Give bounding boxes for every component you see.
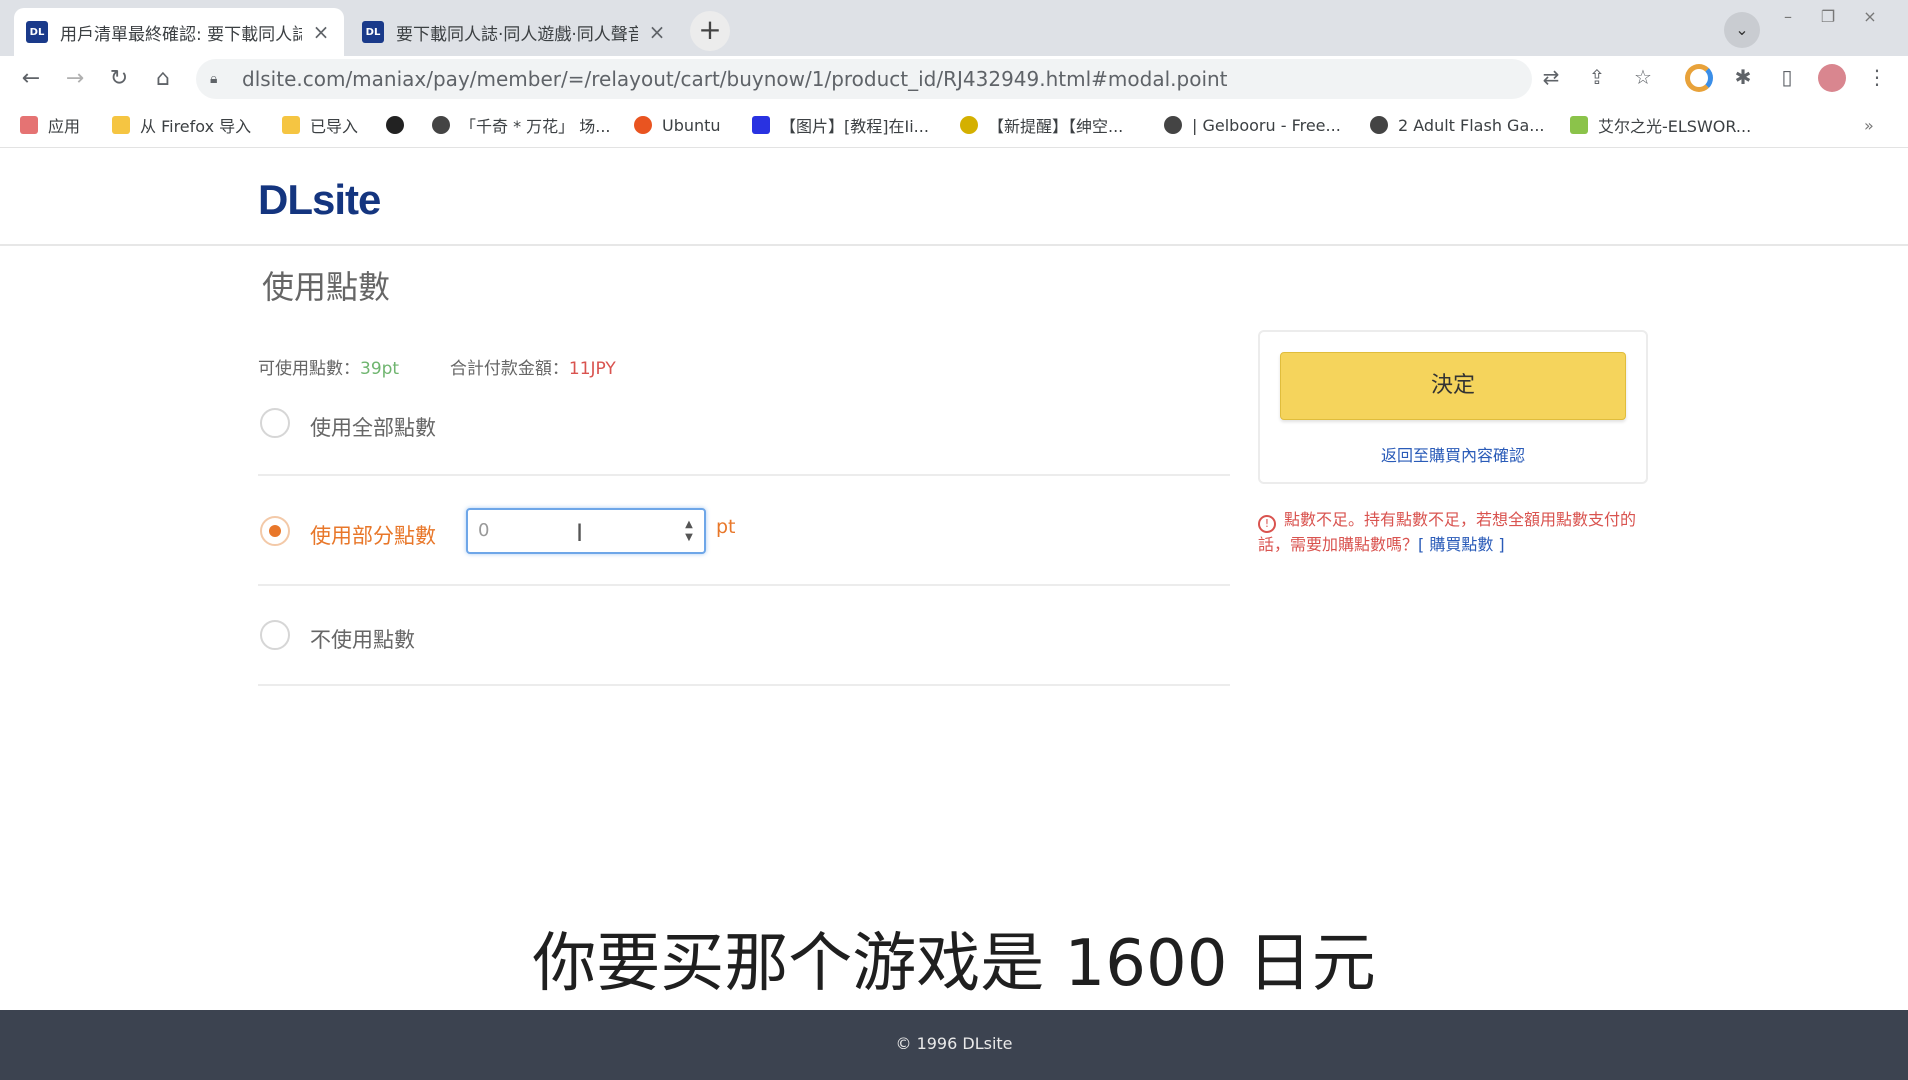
reload-icon[interactable]: ↻ [102,62,136,96]
profile-avatar[interactable] [1818,64,1846,92]
menu-kebab-icon[interactable]: ⋮ [1860,60,1894,94]
address-bar[interactable]: 🔒︎ dlsite.com/maniax/pay/member/=/relayo… [196,59,1532,99]
page-title: 使用點數 [262,268,391,306]
dlsite-logo[interactable]: DLsite [258,176,381,224]
baidu-paw-icon [752,116,770,134]
option-label: 不使用點數 [310,628,415,652]
option-label: 使用部分點數 [310,524,436,548]
video-subtitle: 你要买那个游戏是 1600 日元 [532,927,1376,1001]
forward-arrow-icon[interactable]: → [58,62,92,96]
new-tab-button[interactable]: + [690,11,730,51]
browser-toolbar: ← → ↻ ⌂ 🔒︎ dlsite.com/maniax/pay/member/… [0,56,1908,102]
ubuntu-icon [634,116,652,134]
bookmark-gelbooru[interactable]: | Gelbooru - Free... [1164,114,1341,136]
close-window-icon[interactable]: × [1852,6,1888,28]
back-to-confirm-link[interactable]: 返回至購買內容確認 [1260,442,1646,466]
option-use-partial-points[interactable]: 使用部分點數 0 I ▲ ▼ pt [258,508,1230,586]
browser-tab-bar: DL 用戶清單最終確認: 要下載同人誌… × DL 要下載同人誌·同人遊戲·同人… [0,0,1908,56]
radio-no-points[interactable] [260,620,290,650]
folder-icon [282,116,300,134]
close-tab-icon[interactable]: × [646,20,668,44]
apps-grid-icon [20,116,38,134]
globe-icon [432,116,450,134]
forum-icon [960,116,978,134]
extensions-puzzle-icon[interactable]: ✱ [1726,60,1760,94]
available-points-label: 可使用點數： [258,359,360,379]
bookmark-ubuntu[interactable]: Ubuntu [634,114,721,136]
folder-icon [112,116,130,134]
tab-title: 要下載同人誌·同人遊戲·同人聲音… [396,24,638,45]
points-summary: 可使用點數：39pt 合計付款金額：11JPY [258,354,616,379]
insufficient-points-warning: ! 點數不足。持有點數不足，若想全額用點數支付的話，需要加購點數嗎？[ 購買點數 … [1258,508,1648,557]
radio-use-partial[interactable] [260,516,290,546]
total-amount-value: 11JPY [568,359,616,379]
globe-icon [1370,116,1388,134]
tab-title: 用戶清單最終確認: 要下載同人誌… [60,24,302,45]
option-use-all-points[interactable]: 使用全部點數 [258,406,1230,476]
partial-points-value: 0 [478,520,490,541]
bookmark-star-icon[interactable]: ☆ [1626,60,1660,94]
decide-button[interactable]: 決定 [1280,352,1626,420]
bookmark-elsword[interactable]: 艾尔之光-ELSWOR... [1570,114,1751,136]
back-arrow-icon[interactable]: ← [14,62,48,96]
bookmark-forum[interactable]: 【新提醒】【绅空... [960,114,1123,136]
address-url: dlsite.com/maniax/pay/member/=/relayout/… [242,67,1228,91]
bookmark-link[interactable]: 「千奇 * 万花」 场... [432,114,611,136]
bookmarks-bar: 应用 从 Firefox 导入 已导入 「千奇 * 万花」 场... Ubunt… [0,102,1908,148]
browser-tab[interactable]: DL 要下載同人誌·同人遊戲·同人聲音… × [350,8,680,56]
bookmark-folder[interactable]: 已导入 [282,114,358,136]
dlsite-favicon-icon: DL [362,21,384,43]
points-unit: pt [716,516,736,538]
total-amount-label: 合計付款金額： [449,359,569,379]
site-footer: © 1996 DLsite [0,1010,1908,1080]
close-tab-icon[interactable]: × [310,20,332,44]
copyright-text: © 1996 DLsite [895,1034,1013,1053]
available-points-value: 39pt [360,359,400,379]
home-icon[interactable]: ⌂ [146,62,180,96]
radio-use-all[interactable] [260,408,290,438]
bookmark-github[interactable] [386,114,414,136]
buy-points-link[interactable]: [ 購買點數 ] [1418,535,1505,554]
bookmark-folder[interactable]: 从 Firefox 导入 [112,114,251,136]
text-cursor-icon: I [576,519,584,547]
browser-tab-active[interactable]: DL 用戶清單最終確認: 要下載同人誌… × [14,8,344,56]
side-panel-icon[interactable]: ▯ [1770,60,1804,94]
github-icon [386,116,404,134]
extension-color-icon[interactable] [1685,64,1713,92]
confirm-card: 決定 返回至購買內容確認 [1258,330,1648,484]
tab-search-chevron-icon[interactable]: ⌄ [1724,12,1760,48]
restore-window-icon[interactable]: ❐ [1810,6,1846,28]
more-bookmarks-chevron-icon[interactable]: » [1864,114,1874,136]
warning-icon: ! [1258,515,1276,533]
minimize-window-icon[interactable]: – [1770,6,1806,28]
option-no-points[interactable]: 不使用點數 [258,620,1230,686]
option-label: 使用全部點數 [310,416,436,440]
lock-icon: 🔒︎ [210,71,218,87]
globe-icon [1164,116,1182,134]
bookmark-apps[interactable]: 应用 [20,114,80,136]
number-stepper-icon[interactable]: ▲ ▼ [680,518,698,544]
partial-points-input[interactable]: 0 I ▲ ▼ [466,508,706,554]
bookmark-flash[interactable]: 2 Adult Flash Ga... [1370,114,1545,136]
site-header: DLsite [0,148,1908,246]
translate-icon[interactable]: ⇄ [1534,60,1568,94]
bookmark-baidu[interactable]: 【图片】[教程]在Ii... [752,114,929,136]
game-icon [1570,116,1588,134]
dlsite-favicon-icon: DL [26,21,48,43]
share-icon[interactable]: ⇪ [1580,60,1614,94]
